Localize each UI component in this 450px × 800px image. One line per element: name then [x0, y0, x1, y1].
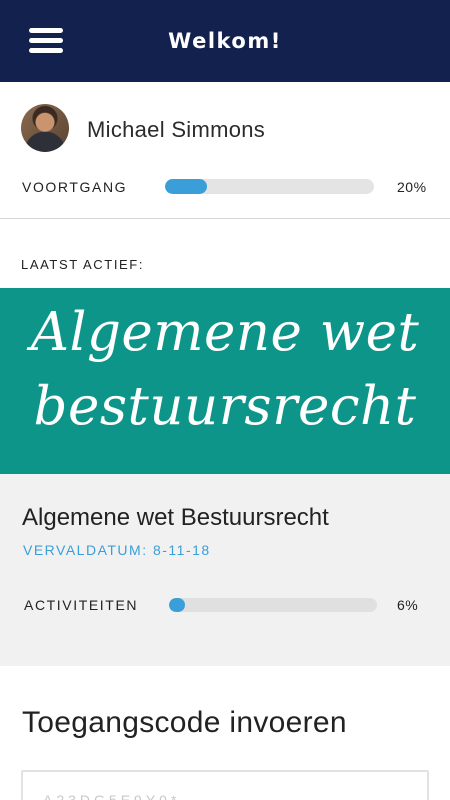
page-title: Welkom! [168, 29, 282, 53]
progress-bar-fill [165, 179, 207, 194]
last-active-label: LAATST ACTIEF: [21, 257, 145, 272]
course-title: Algemene wet Bestuursrecht [22, 504, 329, 531]
activities-progress-bar [169, 598, 377, 612]
top-bar: Welkom! [0, 0, 450, 82]
course-card[interactable]: Algemene wet Bestuursrecht VERVALDATUM: … [0, 474, 450, 666]
user-name: Michael Simmons [87, 117, 266, 142]
activities-progress-fill [169, 598, 185, 612]
course-banner[interactable]: Algemene wet bestuursrecht [0, 288, 450, 474]
profile-section: Michael Simmons VOORTGANG 20% [0, 82, 450, 219]
access-code-input[interactable] [21, 770, 429, 800]
banner-title-line-1: Algemene wet [30, 302, 420, 363]
activities-label: ACTIVITEITEN [24, 597, 139, 613]
activities-percentage: 6% [397, 597, 419, 613]
banner-title-line-2: bestuursrecht [33, 376, 417, 437]
avatar[interactable] [21, 104, 69, 152]
access-code-title: Toegangscode invoeren [22, 706, 347, 739]
course-due-date: VERVALDATUM: 8-11-18 [23, 542, 211, 558]
progress-percentage: 20% [397, 179, 427, 195]
progress-bar [165, 179, 374, 194]
progress-label: VOORTGANG [22, 179, 128, 195]
